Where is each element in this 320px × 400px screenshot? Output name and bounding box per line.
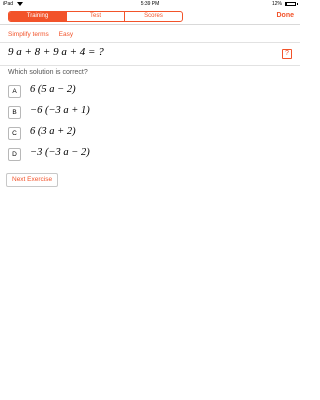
option-a-answer: 6 (5 a − 2) [30, 84, 76, 95]
topic-difficulty[interactable]: Easy [59, 31, 73, 38]
divider [0, 65, 300, 66]
question-prompt: Which solution is correct? [8, 69, 88, 76]
tab-scores[interactable]: Scores [124, 12, 182, 21]
tab-training[interactable]: Training [9, 12, 66, 21]
option-b-button[interactable]: B [8, 106, 21, 119]
divider [0, 42, 300, 43]
battery-fill [286, 3, 288, 5]
tab-test[interactable]: Test [66, 12, 124, 21]
option-d: D −3 (−3 a − 2) [8, 147, 288, 162]
option-a: A 6 (5 a − 2) [8, 84, 288, 99]
option-a-button[interactable]: A [8, 85, 21, 98]
option-d-answer: −3 (−3 a − 2) [30, 147, 90, 158]
option-c-answer: 6 (3 a + 2) [30, 126, 76, 137]
battery-icon [285, 2, 298, 6]
option-c-button[interactable]: C [8, 127, 21, 140]
option-d-button[interactable]: D [8, 148, 21, 161]
status-time: 5:39 PM [140, 1, 160, 7]
option-b-answer: −6 (−3 a + 1) [30, 105, 90, 116]
nav-bar: Training Test Scores Done [0, 8, 300, 25]
topic-category[interactable]: Simplify terms [8, 31, 49, 38]
next-exercise-button[interactable]: Next Exercise [6, 173, 59, 187]
done-button[interactable]: Done [277, 12, 295, 19]
topic-breadcrumb: Simplify terms Easy [8, 31, 81, 38]
status-bar: iPad 5:39 PM 12% [0, 0, 300, 8]
option-b: B −6 (−3 a + 1) [8, 105, 288, 120]
option-c: C 6 (3 a + 2) [8, 126, 288, 141]
question-expression: 9 a + 8 + 9 a + 4 = ? [8, 46, 104, 58]
mode-segmented-control: Training Test Scores [8, 11, 183, 22]
help-button[interactable]: ? [282, 49, 292, 59]
battery-percent: 12% [271, 1, 282, 7]
